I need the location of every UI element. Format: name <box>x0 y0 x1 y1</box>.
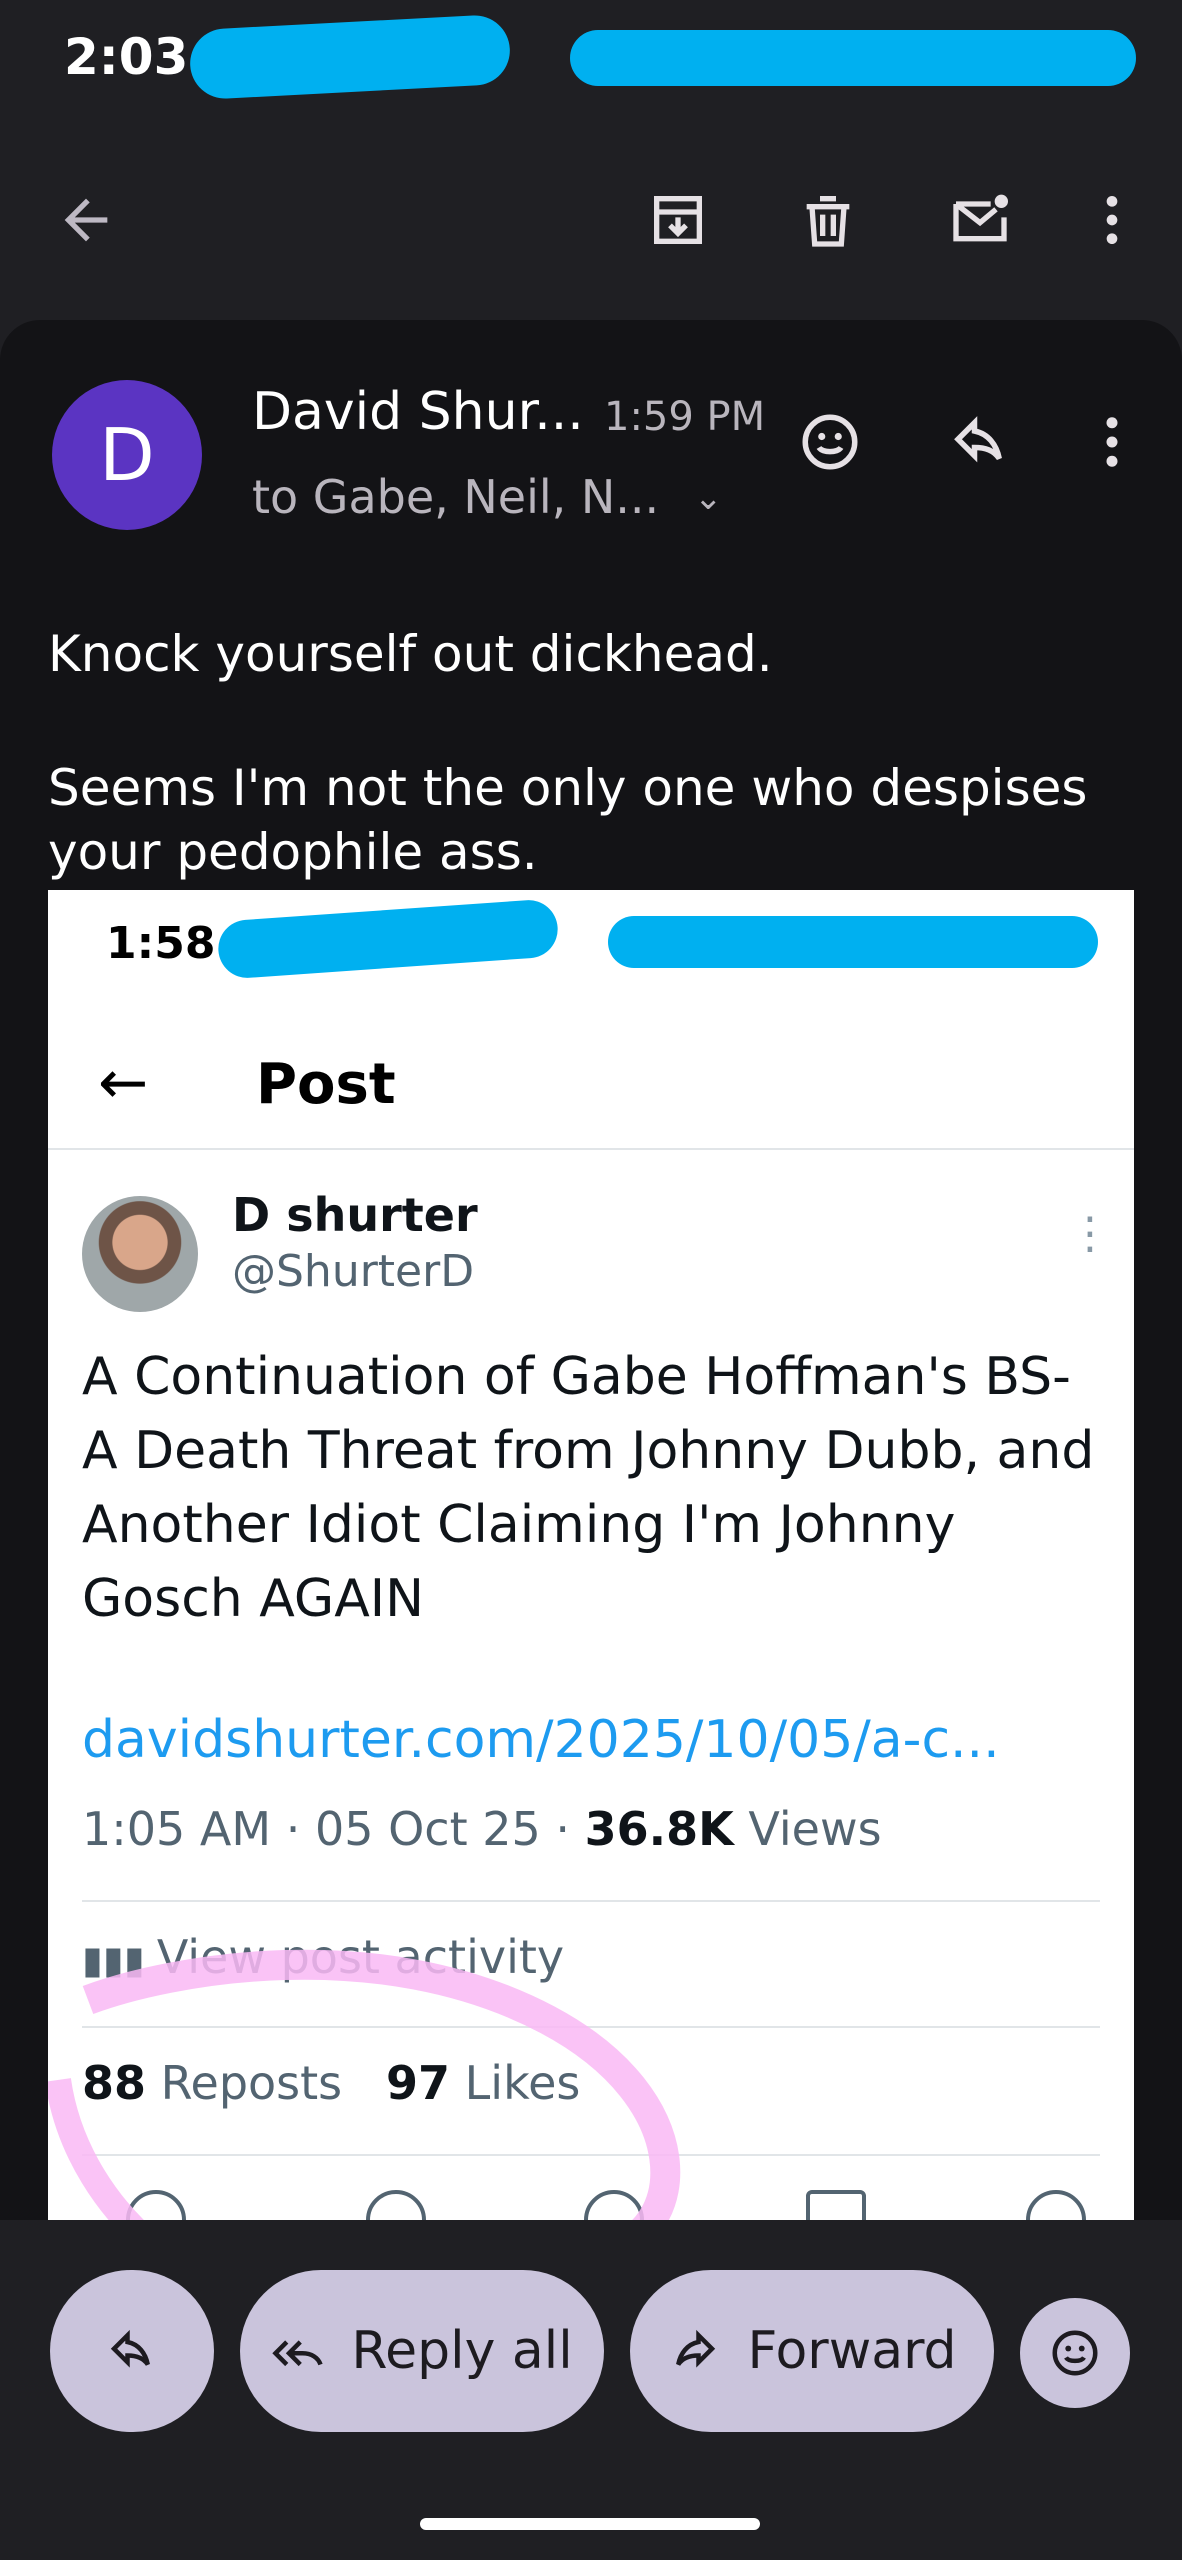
status-time: 2:03 <box>64 28 189 86</box>
reply-button[interactable] <box>50 2270 214 2432</box>
reply-icon <box>110 2329 150 2368</box>
post-link: davidshurter.com/2025/10/05/a-c... <box>82 1710 1000 1770</box>
email-body-line: Seems I'm not the only one who despises <box>48 759 1088 817</box>
reply-all-label: Reply all <box>351 2321 573 2381</box>
emoji-button[interactable] <box>1020 2298 1130 2408</box>
more-vert-icon[interactable] <box>1072 180 1152 260</box>
views-label: Views <box>733 1802 882 1856</box>
redaction-scribble <box>608 916 1098 968</box>
back-arrow-icon: ← <box>98 1048 149 1118</box>
email-body-line: Knock yourself out dickhead. <box>48 625 773 683</box>
views-count: 36.8K <box>584 1802 734 1856</box>
post-meta: 1:05 AM · 05 Oct 25 · 36.8K Views <box>82 1802 882 1856</box>
embedded-page-title: Post <box>256 1052 396 1117</box>
forward-button[interactable]: Forward <box>630 2270 994 2432</box>
email-body-line: your pedophile ass. <box>48 823 538 881</box>
chevron-down-icon[interactable]: ⌄ <box>694 478 723 518</box>
embedded-status-time: 1:58 <box>106 918 216 969</box>
author-handle: @ShurterD <box>232 1246 475 1297</box>
avatar[interactable]: D <box>52 380 202 530</box>
emoji-icon <box>1052 2330 1098 2376</box>
author-name: D shurter <box>232 1188 478 1242</box>
redaction-scribble <box>188 13 512 101</box>
reply-all-button[interactable]: Reply all <box>240 2270 604 2432</box>
home-indicator[interactable] <box>420 2518 760 2530</box>
status-bar: 2:03 <box>0 0 1182 120</box>
email-time: 1:59 PM <box>604 394 766 440</box>
trash-icon[interactable] <box>788 180 868 260</box>
recipients[interactable]: to Gabe, Neil, N... <box>252 470 659 524</box>
bottom-action-bar: Reply all Forward <box>0 2220 1182 2560</box>
author-avatar <box>82 1196 198 1312</box>
forward-label: Forward <box>747 2321 957 2381</box>
redaction-scribble <box>216 898 560 980</box>
more-vert-icon: ⋮ <box>1068 1208 1112 1259</box>
emoji-reaction-icon[interactable] <box>790 402 870 482</box>
post-timestamp: 1:05 AM · 05 Oct 25 · <box>82 1802 585 1856</box>
reply-all-icon <box>272 2340 323 2367</box>
circle-annotation <box>48 1949 681 2220</box>
embedded-header: ← Post <box>48 1010 1134 1150</box>
sender-name[interactable]: David Shur... <box>252 382 584 442</box>
redaction-scribble <box>570 30 1136 86</box>
archive-icon[interactable] <box>638 180 718 260</box>
reply-icon[interactable] <box>940 402 1020 482</box>
mail-unread-icon[interactable] <box>940 180 1020 260</box>
embedded-screenshot[interactable]: 1:58 ← Post D shurter @ShurterD ⋮ A Cont… <box>48 890 1134 2220</box>
top-toolbar <box>0 150 1182 290</box>
back-arrow-icon[interactable] <box>46 180 126 260</box>
post-text: A Continuation of Gabe Hoffman's BS- A D… <box>82 1347 1095 1629</box>
more-vert-icon[interactable] <box>1072 402 1152 482</box>
forward-icon <box>676 2329 716 2368</box>
